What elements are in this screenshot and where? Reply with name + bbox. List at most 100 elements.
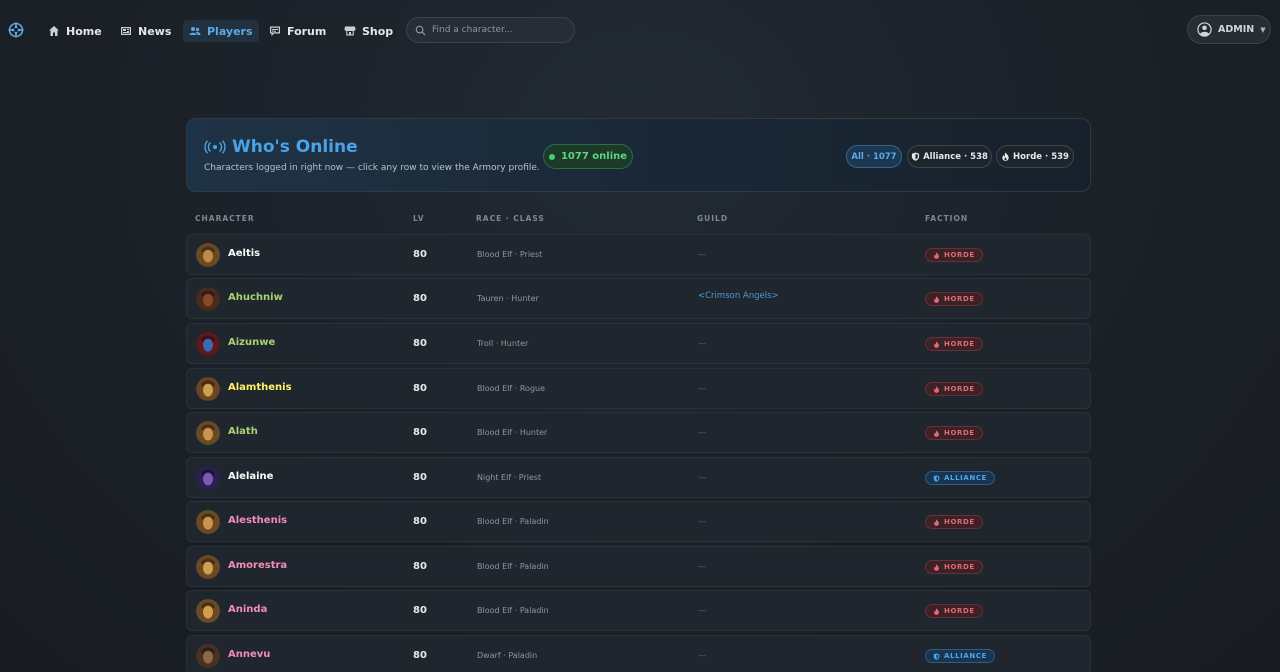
table-row[interactable]: Alath 80 Blood Elf · Hunter — HORDE xyxy=(186,412,1091,453)
flame-icon xyxy=(934,295,939,303)
faction-badge: HORDE xyxy=(925,248,983,262)
home-icon xyxy=(49,26,59,36)
character-name[interactable]: Aninda xyxy=(228,604,267,615)
armory-crest-icon[interactable] xyxy=(6,20,26,40)
table-row[interactable]: Annevu 80 Dwarf · Paladin — ALLIANCE xyxy=(186,635,1091,672)
nav-shop[interactable]: Shop xyxy=(344,20,393,42)
table-header: CHARACTER LV RACE · CLASS GUILD FACTION xyxy=(186,214,1091,228)
character-race-class: Blood Elf · Priest xyxy=(477,250,543,259)
table-row[interactable]: Alamthenis 80 Blood Elf · Rogue — HORDE xyxy=(186,368,1091,409)
page-subtitle: Characters logged in right now — click a… xyxy=(204,163,540,173)
character-portrait-icon xyxy=(196,555,220,579)
character-name[interactable]: Aeltis xyxy=(228,248,260,259)
newspaper-icon xyxy=(121,27,131,35)
filter-horde-button[interactable]: Horde · 539 xyxy=(996,145,1074,168)
faction-badge: HORDE xyxy=(925,604,983,618)
character-race-class: Blood Elf · Paladin xyxy=(477,562,549,571)
faction-label: HORDE xyxy=(944,340,975,348)
faction-label: HORDE xyxy=(944,563,975,571)
faction-badge: ALLIANCE xyxy=(925,471,995,485)
faction-badge: HORDE xyxy=(925,292,983,306)
character-level: 80 xyxy=(413,338,427,349)
filter-all-button[interactable]: All · 1077 xyxy=(846,145,902,168)
table-row[interactable]: Ahuchniw 80 Tauren · Hunter <Crimson Angels… xyxy=(186,278,1091,319)
user-menu-label: ADMIN xyxy=(1218,24,1255,35)
faction-label: HORDE xyxy=(944,518,975,526)
faction-badge: HORDE xyxy=(925,337,983,351)
header-level: LV xyxy=(413,214,425,223)
whos-online-panel: Who's Online Characters logged in right … xyxy=(186,118,1091,192)
faction-label: ALLIANCE xyxy=(944,474,987,482)
character-name[interactable]: Ahuchniw xyxy=(228,292,283,303)
nav-home[interactable]: Home xyxy=(48,20,102,42)
character-name[interactable]: Alesthenis xyxy=(228,515,287,526)
character-race-class: Tauren · Hunter xyxy=(477,294,539,303)
character-level: 80 xyxy=(413,650,427,661)
flame-icon xyxy=(934,563,939,571)
faction-badge: HORDE xyxy=(925,560,983,574)
page-title: Who's Online xyxy=(232,137,358,157)
character-guild: — xyxy=(698,517,707,527)
table-row[interactable]: Amorestra 80 Blood Elf · Paladin — HORDE xyxy=(186,546,1091,587)
character-race-class: Dwarf · Paladin xyxy=(477,651,538,660)
table-row[interactable]: Alelaine 80 Night Elf · Priest — ALLIANCE xyxy=(186,457,1091,498)
character-name[interactable]: Aizunwe xyxy=(228,337,275,348)
character-name[interactable]: Alelaine xyxy=(228,471,273,482)
nav-players[interactable]: Players xyxy=(183,20,259,42)
header-faction: FACTION xyxy=(925,214,969,223)
filter-alliance-button[interactable]: Alliance · 538 xyxy=(907,145,992,168)
character-race-class: Blood Elf · Hunter xyxy=(477,428,548,437)
chevron-down-icon: ▼ xyxy=(1260,25,1266,34)
character-race-class: Blood Elf · Paladin xyxy=(477,606,549,615)
nav-forum-label: Forum xyxy=(287,24,327,38)
character-avatar xyxy=(196,243,220,267)
flame-icon xyxy=(934,518,939,526)
faction-badge: HORDE xyxy=(925,515,983,529)
character-portrait-icon xyxy=(196,332,220,356)
character-guild: — xyxy=(698,339,707,349)
character-portrait-icon xyxy=(196,377,220,401)
shield-icon xyxy=(933,474,940,482)
faction-label: HORDE xyxy=(944,385,975,393)
character-guild[interactable]: <Crimson Angels> xyxy=(698,291,779,301)
filter-alliance-label: Alliance · 538 xyxy=(923,151,988,162)
table-row[interactable]: Aizunwe 80 Troll · Hunter — HORDE xyxy=(186,323,1091,364)
character-name[interactable]: Amorestra xyxy=(228,560,287,571)
search-icon xyxy=(415,25,426,36)
character-race-class: Troll · Hunter xyxy=(477,339,529,348)
character-guild: — xyxy=(698,606,707,616)
flame-icon xyxy=(934,429,939,437)
table-row[interactable]: Aninda 80 Blood Elf · Paladin — HORDE xyxy=(186,590,1091,631)
character-guild: — xyxy=(698,250,707,260)
table-row[interactable]: Alesthenis 80 Blood Elf · Paladin — HORDE xyxy=(186,501,1091,542)
nav-news[interactable]: News xyxy=(120,20,171,42)
character-portrait-icon xyxy=(196,243,220,267)
character-race-class: Night Elf · Priest xyxy=(477,473,542,482)
character-portrait-icon xyxy=(196,599,220,623)
search-input[interactable] xyxy=(432,25,562,35)
character-guild: — xyxy=(698,562,707,572)
character-name[interactable]: Annevu xyxy=(228,649,270,660)
character-guild: — xyxy=(698,651,707,661)
character-level: 80 xyxy=(413,561,427,572)
character-avatar xyxy=(196,555,220,579)
online-count-badge: 1077 online xyxy=(543,144,633,169)
character-name[interactable]: Alamthenis xyxy=(228,382,292,393)
flame-icon xyxy=(934,340,939,348)
character-search[interactable] xyxy=(406,17,575,43)
character-level: 80 xyxy=(413,605,427,616)
character-level: 80 xyxy=(413,472,427,483)
filter-all-label: All · 1077 xyxy=(851,151,897,162)
nav-forum[interactable]: Forum xyxy=(269,20,326,42)
faction-label: ALLIANCE xyxy=(944,652,987,660)
character-avatar xyxy=(196,466,220,490)
character-avatar xyxy=(196,599,220,623)
table-row[interactable]: Aeltis 80 Blood Elf · Priest — HORDE xyxy=(186,234,1091,275)
flame-icon xyxy=(1002,152,1009,161)
character-portrait-icon xyxy=(196,466,220,490)
shield-icon xyxy=(933,652,940,660)
character-name[interactable]: Alath xyxy=(228,426,258,437)
user-menu-button[interactable]: ADMIN ▼ xyxy=(1187,15,1271,44)
header-character: CHARACTER xyxy=(195,214,255,223)
faction-badge: HORDE xyxy=(925,426,983,440)
